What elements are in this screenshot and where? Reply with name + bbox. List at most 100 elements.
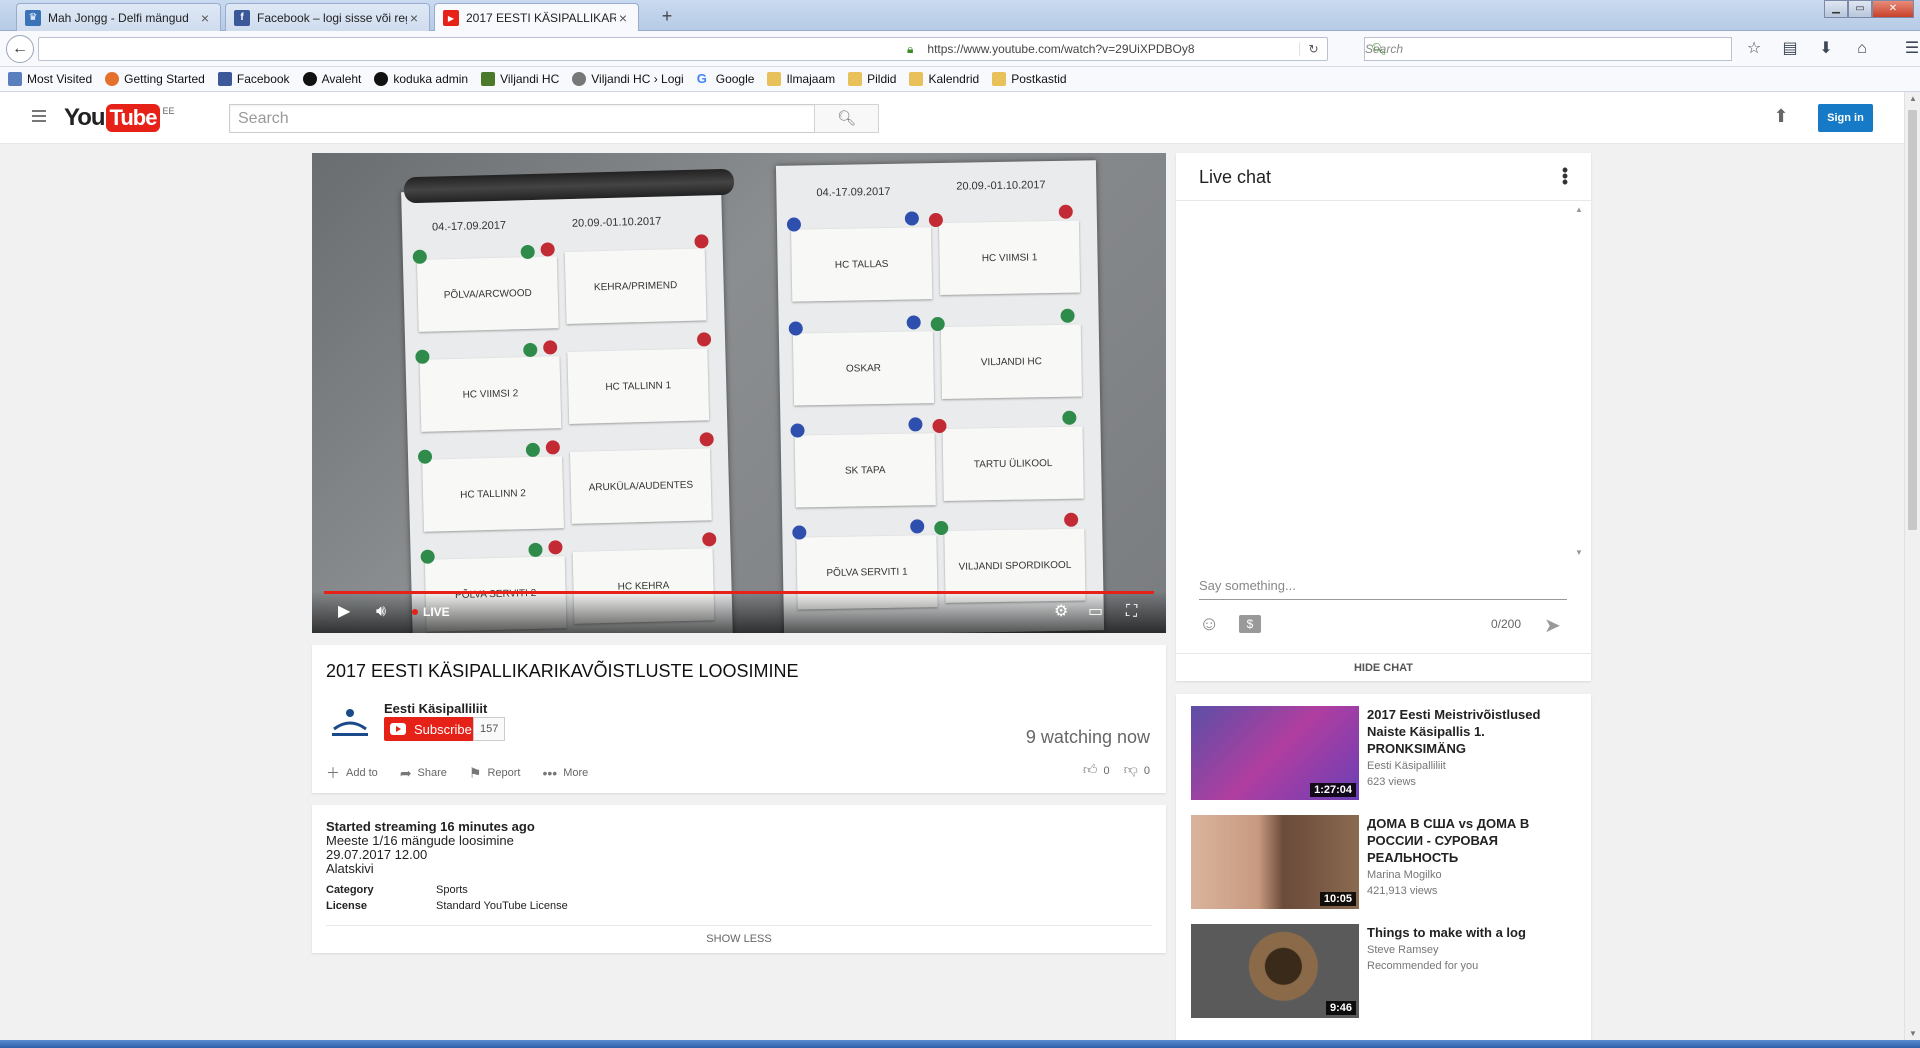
channel-avatar[interactable] [326, 699, 374, 747]
bookmark-facebook[interactable]: Facebook [217, 72, 290, 86]
draw-board-right: 04.-17.09.2017 20.09.-01.10.2017 HC TALL… [775, 160, 1105, 633]
scrollbar-thumb[interactable] [1908, 110, 1917, 530]
dislike-button[interactable]: 👎︎ 0 [1124, 761, 1150, 778]
sign-in-button[interactable]: Sign in [1818, 104, 1873, 132]
related-video-title[interactable]: 2017 Eesti Meistrivõistlused Naiste Käsi… [1367, 706, 1577, 757]
download-icon[interactable]: ⬇ [1814, 37, 1838, 61]
board-date: 20.09.-01.10.2017 [571, 215, 662, 230]
super-chat-icon[interactable]: $ [1239, 615, 1261, 633]
category-value[interactable]: Sports [436, 884, 468, 896]
bookmark-label: Avaleht [321, 72, 362, 86]
url-value[interactable]: https://www.youtube.com/watch?v=29UiXPDB… [919, 42, 1299, 56]
board-date: 20.09.-01.10.2017 [956, 179, 1046, 193]
video-thumbnail[interactable]: 1:27:04 [1191, 706, 1359, 800]
video-title: 2017 EESTI KÄSIPALLIKARIKAVÕISTLUSTE LOO… [326, 661, 799, 681]
like-dislike: 👍︎ 0 👎︎ 0 [1083, 761, 1150, 778]
upload-icon[interactable]: ⬆ [1770, 106, 1792, 130]
youtube-search-input[interactable]: Search [229, 104, 815, 133]
show-less-button[interactable]: SHOW LESS [312, 933, 1166, 945]
progress-bar[interactable] [324, 591, 1154, 594]
window-controls: ▁ ▭ ✕ [1824, 0, 1914, 18]
bookmark-avaleht[interactable]: Avaleht [302, 72, 362, 86]
menu-icon[interactable]: ☰ [1900, 37, 1920, 61]
bookmark-viljandi-hc[interactable]: Viljandi HC [481, 72, 559, 86]
back-button[interactable]: ← [6, 35, 34, 63]
play-icon[interactable]: ▶ [338, 601, 350, 623]
chat-tools: ☺ $ 0/200 ➤ [1199, 613, 1567, 637]
send-icon[interactable]: ➤ [1544, 613, 1561, 638]
folder-icon [767, 72, 782, 86]
youtube-search-button[interactable]: 🔍︎ [814, 104, 879, 133]
bookmark-google[interactable]: G Google [696, 71, 755, 87]
chat-message-input[interactable]: Say something... [1199, 576, 1567, 600]
channel-name[interactable]: Eesti Käsipalliliit [384, 701, 487, 716]
bookmark-most-visited[interactable]: Most Visited [8, 72, 92, 86]
chat-messages[interactable] [1176, 201, 1591, 563]
logo-you: You [64, 104, 106, 131]
close-window-icon[interactable]: ✕ [1872, 0, 1914, 18]
share-button[interactable]: ➦ Share [400, 765, 447, 782]
related-meta: Recommended for you [1367, 960, 1479, 972]
team-paper: SK TAPA [794, 433, 936, 508]
subscriber-count: 157 [473, 717, 506, 741]
youtube-play-icon [390, 723, 406, 735]
more-button[interactable]: ••• More [543, 765, 589, 781]
search-engine-icon[interactable]: 🔍︎ [1371, 42, 1386, 56]
related-channel: Steve Ramsey [1367, 944, 1439, 956]
like-button[interactable]: 👍︎ 0 [1083, 761, 1110, 778]
minimize-icon[interactable]: ▁ [1824, 0, 1848, 18]
bookmark-label: Kalendrid [928, 72, 980, 86]
guide-menu-icon[interactable] [32, 110, 46, 125]
bookmark-getting-started[interactable]: Getting Started [105, 72, 205, 86]
related-channel: Marina Mogilko [1367, 869, 1442, 881]
bookmark-star-icon[interactable]: ☆ [1742, 37, 1766, 61]
bookmarks-bar: Most Visited Getting Started Facebook Av… [0, 67, 1920, 92]
chat-menu-icon[interactable]: • • • [1561, 161, 1569, 191]
home-icon[interactable]: ⌂ [1850, 37, 1874, 61]
bookmark-koduka-admin[interactable]: koduka admin [374, 72, 468, 86]
live-indicator[interactable]: LIVE [412, 601, 450, 623]
shield-icon [481, 72, 496, 86]
fullscreen-icon[interactable]: ⛶ [1126, 601, 1137, 623]
emoji-icon[interactable]: ☺ [1199, 613, 1219, 636]
bookmark-viljandi-hc-logi[interactable]: Viljandi HC › Logi [572, 72, 684, 86]
scroll-up-icon[interactable]: ▲ [1909, 94, 1917, 103]
bookmark-pildid[interactable]: Pildid [848, 72, 896, 86]
youtube-logo[interactable]: You Tube EE [64, 104, 174, 132]
thumbs-down-icon: 👎︎ [1123, 761, 1138, 777]
reload-icon[interactable]: ↻ [1299, 42, 1327, 56]
google-icon: G [696, 71, 707, 86]
url-bar[interactable]: ⓘ 🔒︎ https://www.youtube.com/watch?v=29U… [38, 37, 1328, 61]
maximize-icon[interactable]: ▭ [1848, 0, 1872, 18]
video-thumbnail[interactable]: 9:46 [1191, 924, 1359, 1018]
video-player[interactable]: 04.-17.09.2017 20.09.-01.10.2017 PÕLVA/A… [312, 153, 1166, 633]
team-paper: HC VIIMSI 1 [938, 220, 1081, 295]
related-video-title[interactable]: Things to make with a log [1367, 924, 1577, 941]
volume-icon[interactable]: 🔊︎ [376, 601, 386, 623]
scroll-up-icon[interactable]: ▲ [1575, 205, 1583, 214]
subscribe-button[interactable]: Subscribe [384, 717, 480, 741]
related-video-item[interactable]: 1:27:04 2017 Eesti Meistrivõistlused Nai… [1191, 706, 1581, 801]
bookmark-ilmajaam[interactable]: Ilmajaam [767, 72, 835, 86]
settings-gear-icon[interactable]: ⚙ [1054, 601, 1068, 623]
live-label: LIVE [423, 605, 450, 619]
scroll-down-icon[interactable]: ▼ [1575, 548, 1583, 557]
related-video-item[interactable]: 10:05 ДОМА В США vs ДОМА В РОССИИ - СУРО… [1191, 815, 1581, 910]
related-video-item[interactable]: 9:46 Things to make with a log Steve Ram… [1191, 924, 1581, 1019]
bookmark-postkastid[interactable]: Postkastid [992, 72, 1067, 86]
chat-title: Live chat [1199, 167, 1272, 187]
video-thumbnail[interactable]: 10:05 [1191, 815, 1359, 909]
hide-chat-button[interactable]: HIDE CHAT [1176, 653, 1591, 681]
page-scrollbar[interactable]: ▲ ▼ [1904, 92, 1920, 1040]
chat-scrollbar[interactable]: ▲ ▼ [1575, 205, 1583, 557]
bookmark-label: Most Visited [27, 72, 93, 86]
bookmark-kalendrid[interactable]: Kalendrid [909, 72, 979, 86]
team-paper: HC TALLAS [791, 227, 933, 302]
theater-mode-icon[interactable]: ▭ [1088, 601, 1103, 623]
browser-search-input[interactable]: 🔍︎ Search [1364, 37, 1732, 61]
related-video-title[interactable]: ДОМА В США vs ДОМА В РОССИИ - СУРОВАЯ РЕ… [1367, 815, 1577, 866]
add-to-button[interactable]: ＋ Add to [326, 763, 378, 783]
reading-list-icon[interactable]: ▤ [1778, 37, 1802, 61]
scroll-down-icon[interactable]: ▼ [1909, 1029, 1917, 1038]
report-button[interactable]: ⚑ Report [469, 765, 521, 782]
